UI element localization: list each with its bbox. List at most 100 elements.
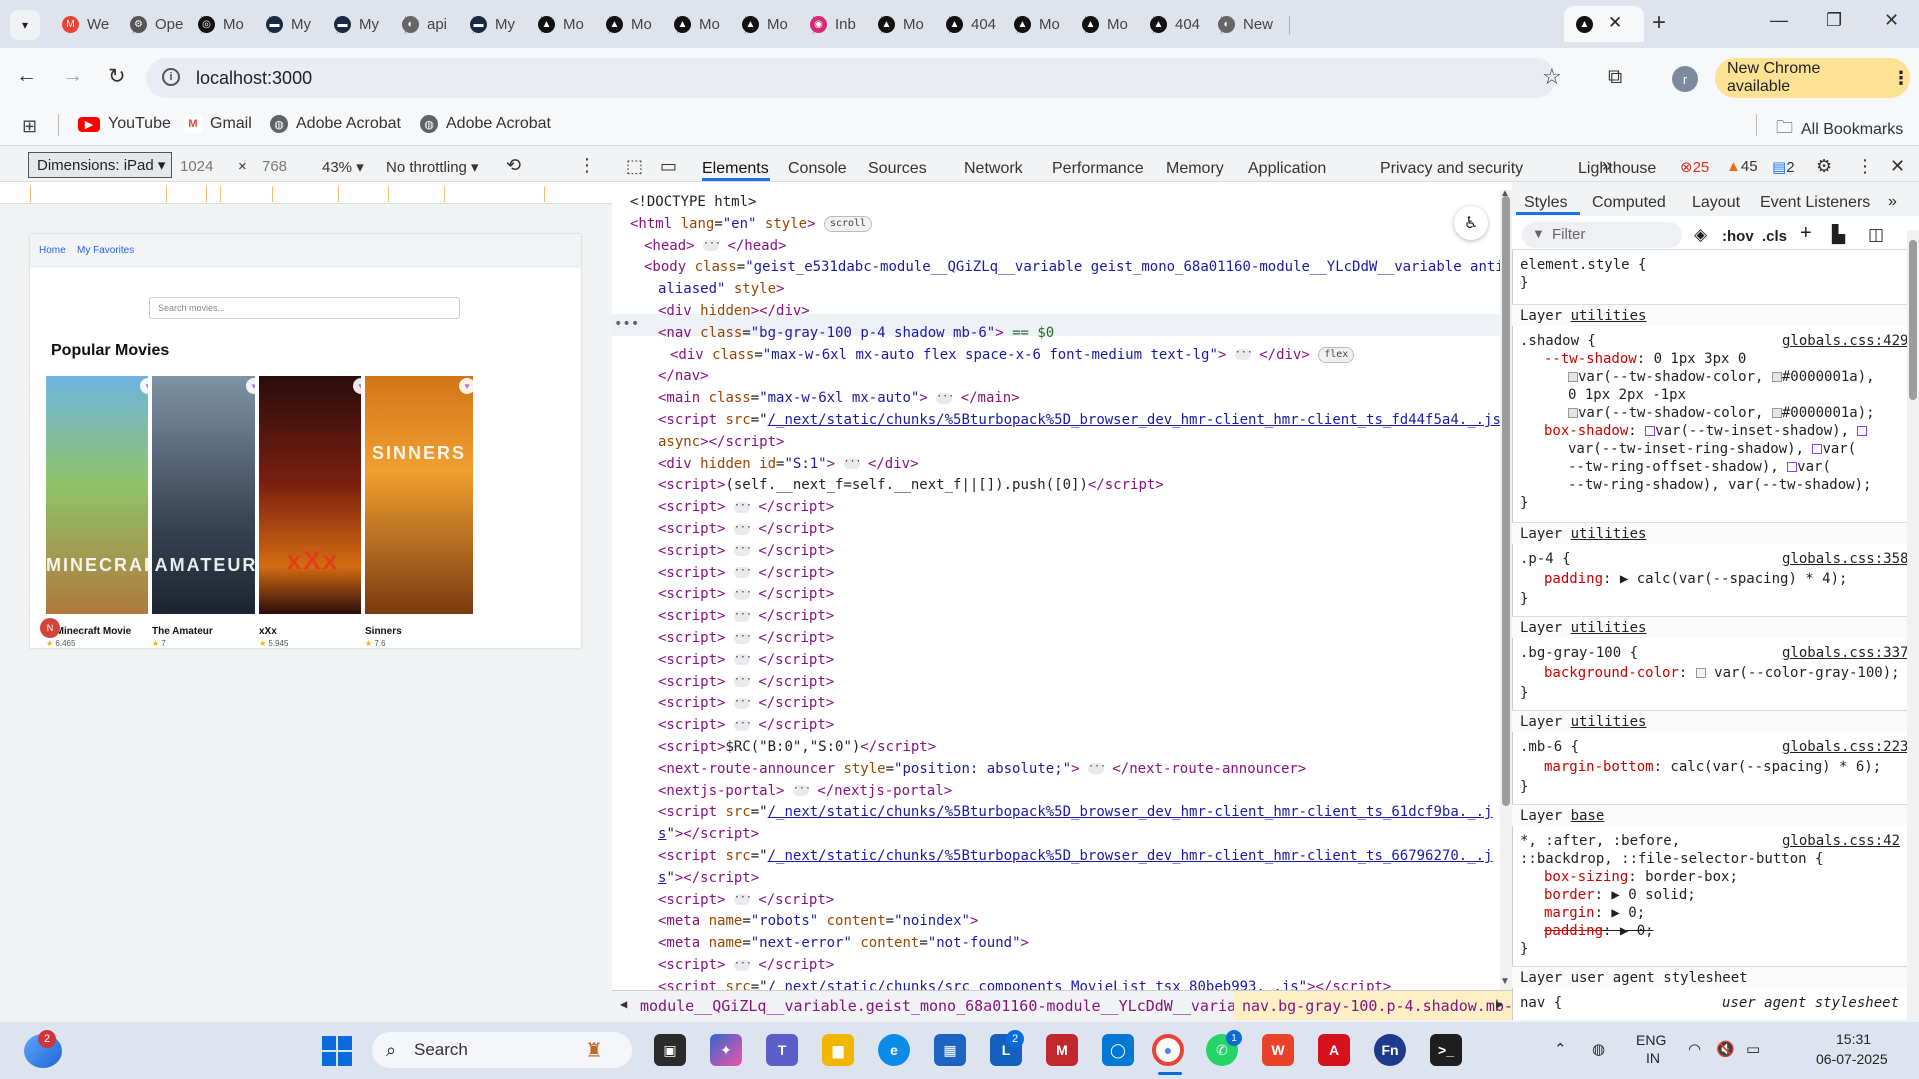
movie-poster[interactable]: xXx♥	[259, 376, 367, 614]
style-source-link[interactable]: globals.css:358	[1782, 550, 1908, 568]
dom-node[interactable]: ▶<script> ··· </script>	[658, 519, 1508, 540]
new-rule-icon[interactable]: +	[1800, 222, 1812, 245]
dom-node[interactable]: <script src="/_next/static/chunks/%5Btur…	[658, 802, 1508, 823]
settings-gear-icon[interactable]: ⚙	[1816, 156, 1832, 177]
dom-node[interactable]: ▶<div class="max-w-6xl mx-auto flex spac…	[670, 345, 1508, 366]
movie-poster[interactable]: AMATEUR ♥	[152, 376, 260, 614]
terminal-icon[interactable]: >_	[1430, 1034, 1462, 1066]
movie-search-input[interactable]: Search movies...	[149, 297, 460, 319]
tray-expand-icon[interactable]: ⌃	[1554, 1040, 1567, 1058]
dom-node[interactable]: ▶<div hidden id="S:1"> ··· </div>	[658, 454, 1508, 475]
movie-card[interactable]: SINNERS ♥ Sinners ★ 7.6	[361, 376, 473, 648]
edge-icon[interactable]: e	[878, 1034, 910, 1066]
bookmark-star-icon[interactable]: ☆	[1542, 64, 1562, 90]
dom-node[interactable]: ▶<script> ··· </script>	[658, 606, 1508, 627]
store-icon[interactable]: ▦	[934, 1034, 966, 1066]
issues-count[interactable]: ▤2	[1772, 158, 1795, 176]
chrome-icon[interactable]: ●	[1152, 1034, 1184, 1066]
width-input[interactable]: 1024	[180, 158, 213, 175]
devtools-tab-performance[interactable]: Performance	[1052, 160, 1144, 178]
dom-node[interactable]: <script>(self.__next_f=self.__next_f||[]…	[658, 475, 1508, 496]
bookmark-acrobat-2[interactable]: ◍ Adobe Acrobat	[420, 115, 551, 133]
chrome-update-button[interactable]: New Chrome available ⋮	[1715, 58, 1910, 98]
app-icon[interactable]: Fn	[1374, 1034, 1406, 1066]
devtools-tab-application[interactable]: Application	[1248, 160, 1326, 178]
reload-icon[interactable]: ↻	[108, 64, 126, 89]
dom-node[interactable]: s"></script>	[658, 868, 1508, 889]
scroll-up-icon[interactable]: ▲	[1500, 188, 1510, 199]
devtools-tab-sources[interactable]: Sources	[868, 160, 927, 178]
dom-node[interactable]: ▼<nav class="bg-gray-100 p-4 shadow mb-6…	[658, 323, 1508, 344]
acrobat-icon[interactable]: A	[1318, 1034, 1350, 1066]
dom-node[interactable]: </nav>	[658, 366, 1508, 387]
dom-node[interactable]: <!DOCTYPE html>	[630, 192, 1508, 213]
dom-node[interactable]: ▶<script> ··· </script>	[658, 693, 1508, 714]
throttle-select[interactable]: No throttling ▾	[386, 158, 479, 176]
all-bookmarks[interactable]: 🗀 All Bookmarks	[1776, 115, 1903, 144]
dimensions-select[interactable]: Dimensions: iPad ▾	[28, 152, 172, 178]
styles-tab-event-listeners[interactable]: Event Listeners	[1760, 194, 1870, 212]
lang-secondary[interactable]: IN	[1646, 1050, 1660, 1066]
brave-icon[interactable]: W	[1262, 1034, 1294, 1066]
teams-icon[interactable]: T	[766, 1034, 798, 1066]
movie-poster[interactable]: SINNERS ♥	[365, 376, 473, 614]
dom-node[interactable]: <html lang="en" style> scroll	[630, 214, 1508, 235]
accessibility-tree-icon[interactable]: ♿	[1454, 206, 1488, 240]
device-toggle-icon[interactable]: ▭	[660, 156, 677, 177]
node-options-icon[interactable]: •••	[614, 316, 639, 332]
lang-primary[interactable]: ENG	[1636, 1032, 1666, 1048]
task-view-icon[interactable]: ▣	[654, 1034, 686, 1066]
dom-node[interactable]: aliased" style>	[658, 279, 1508, 300]
styles-scroll-thumb[interactable]	[1909, 240, 1917, 400]
devtools-tab-console[interactable]: Console	[788, 160, 847, 178]
address-bar[interactable]	[146, 58, 1556, 98]
dom-node[interactable]: ▶<script> ··· </script>	[658, 890, 1508, 911]
breadcrumb-left-arrow[interactable]: ◀	[620, 997, 627, 1011]
zoom-select[interactable]: 43% ▾	[322, 158, 364, 176]
sidebar-toggle-icon[interactable]: ◫	[1868, 225, 1884, 245]
devtools-tab-network[interactable]: Network	[964, 160, 1023, 178]
apps-grid-icon[interactable]: ⊞	[22, 116, 37, 137]
file-explorer-icon[interactable]: ▆	[822, 1034, 854, 1066]
dom-node[interactable]: ▶<script> ··· </script>	[658, 541, 1508, 562]
bookmark-youtube[interactable]: ▶ YouTube	[78, 115, 171, 133]
dom-node[interactable]: async></script>	[658, 432, 1508, 453]
tab-search-icon[interactable]: ▾	[10, 10, 40, 40]
dom-node[interactable]: ▶<next-route-announcer style="position: …	[658, 759, 1508, 780]
dom-node[interactable]: <script src="/_next/static/chunks/%5Btur…	[658, 846, 1508, 867]
styles-filter-input[interactable]: Filter	[1522, 222, 1682, 248]
warning-count[interactable]: ▲45	[1726, 158, 1758, 175]
more-tabs-icon[interactable]: »	[1602, 155, 1612, 176]
battery-icon[interactable]: ▭	[1746, 1040, 1760, 1058]
close-devtools-icon[interactable]: ✕	[1890, 156, 1905, 177]
breadcrumb-right-arrow[interactable]: ▶	[1496, 997, 1503, 1011]
dom-node[interactable]: ▶<script> ··· </script>	[658, 563, 1508, 584]
style-source-link[interactable]: globals.css:337	[1782, 644, 1908, 662]
devtools-tab-memory[interactable]: Memory	[1166, 160, 1224, 178]
maximize-icon[interactable]: ❐	[1826, 10, 1842, 31]
movie-card[interactable]: MINECRAFT♥A Minecraft Movie★ 6.465	[42, 376, 154, 648]
close-tab-icon[interactable]: ✕	[1608, 13, 1622, 33]
devtools-menu-icon[interactable]: ⋮	[1856, 156, 1874, 177]
more-options-icon[interactable]: ⋮	[578, 155, 596, 176]
dom-node[interactable]: ▶<script> ··· </script>	[658, 650, 1508, 671]
profile-avatar[interactable]: r	[1672, 66, 1698, 92]
height-input[interactable]: 768	[262, 158, 287, 175]
dom-node[interactable]: ▶<script> ··· </script>	[658, 715, 1508, 736]
rotate-icon[interactable]: ⟲	[506, 155, 521, 176]
devtools-tab-elements[interactable]: Elements	[702, 160, 769, 178]
active-tab[interactable]: ▲	[1564, 6, 1644, 42]
bookmark-gmail[interactable]: M Gmail	[184, 115, 252, 133]
breadcrumb-nav[interactable]: nav.bg-gray-100.p-4.shadow.mb-6	[1234, 991, 1512, 1020]
clock-date[interactable]: 06-07-2025	[1816, 1051, 1888, 1067]
more-panes-icon[interactable]: »	[1888, 193, 1897, 211]
dom-node[interactable]: ▶<nextjs-portal> ··· </nextjs-portal>	[658, 781, 1508, 802]
nav-favorites-link[interactable]: My Favorites	[77, 245, 134, 256]
styles-tab-styles[interactable]: Styles	[1524, 194, 1568, 212]
inspect-element-icon[interactable]: ⬚	[626, 156, 643, 177]
style-source-link[interactable]: globals.css:42	[1782, 832, 1900, 850]
style-source-link[interactable]: globals.css:429	[1782, 332, 1908, 350]
devtools-tab-lighthouse[interactable]: Lighthouse	[1578, 160, 1656, 178]
dom-node[interactable]: <div hidden></div>	[658, 301, 1508, 322]
favorite-heart-icon[interactable]: ♥	[459, 378, 473, 394]
